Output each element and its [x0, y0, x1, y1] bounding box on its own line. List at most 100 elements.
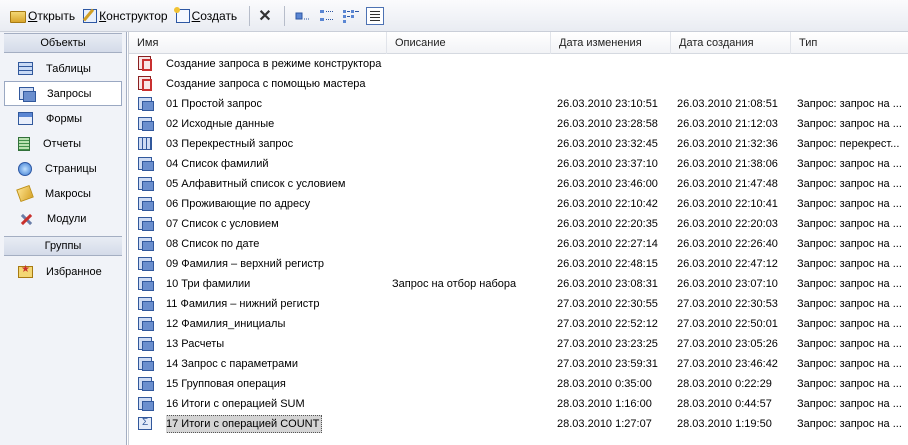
- cell-name: 06 Проживающие по адресу: [166, 198, 311, 210]
- column-header-type[interactable]: Тип: [791, 32, 908, 54]
- list-item[interactable]: Создание запроса с помощью мастера: [129, 74, 908, 94]
- column-header-description[interactable]: Описание: [387, 32, 551, 54]
- open-button[interactable]: Открыть: [8, 5, 77, 27]
- list-item[interactable]: 17 Итоги с операцией COUNT 28.03.2010 1:2…: [129, 414, 908, 434]
- cell-description: [392, 334, 548, 354]
- cell-description: [392, 134, 548, 154]
- list-item[interactable]: 14 Запрос с параметрами 27.03.2010 23:59:…: [129, 354, 908, 374]
- list-item[interactable]: Создание запроса в режиме конструктора: [129, 54, 908, 74]
- list-item[interactable]: 05 Алфавитный список с условием 26.03.201…: [129, 174, 908, 194]
- cell-name: 17 Итоги с операцией COUNT: [166, 414, 384, 434]
- crosstab-query-icon: [138, 137, 152, 150]
- nav-item-macros[interactable]: Макросы: [4, 181, 122, 206]
- column-header-modified[interactable]: Дата изменения: [551, 32, 671, 54]
- list-item[interactable]: 10 Три фамилии Запрос на отбор набора 26.0…: [129, 274, 908, 294]
- cell-description: [392, 94, 548, 114]
- cell-name: 09 Фамилия – верхний регистр: [166, 258, 325, 270]
- cell-type: Запрос: запрос на ...: [797, 318, 902, 330]
- nav-item-favorites[interactable]: Избранное: [4, 259, 122, 284]
- module-icon: [18, 211, 34, 227]
- list-item[interactable]: 04 Список фамилий 26.03.2010 23:37:10 26.0…: [129, 154, 908, 174]
- column-header-created[interactable]: Дата создания: [671, 32, 791, 54]
- toolbar-separator: [284, 5, 286, 26]
- delete-button[interactable]: ✕: [256, 5, 274, 27]
- nav-item-label: Макросы: [45, 187, 91, 200]
- cell-created: 27.03.2010 23:46:42: [677, 358, 778, 370]
- cell-type: Запрос: запрос на ...: [797, 198, 902, 210]
- nav-item-tables[interactable]: Таблицы: [4, 56, 122, 81]
- cell-created: 28.03.2010 0:22:29: [677, 378, 772, 390]
- details-icon: [370, 10, 381, 21]
- list-item[interactable]: 12 Фамилия_инициалы 27.03.2010 22:52:12 27…: [129, 314, 908, 334]
- cell-type: Запрос: запрос на ...: [797, 278, 902, 290]
- cell-name: 05 Алфавитный список с условием: [166, 178, 346, 190]
- list-item[interactable]: 01 Простой запрос 26.03.2010 23:10:51 26.0…: [129, 94, 908, 114]
- totals-query-icon: [138, 417, 152, 430]
- cell-modified: [557, 74, 672, 94]
- query-wizard-icon: [138, 76, 152, 91]
- list-item[interactable]: 07 Список с условием 26.03.2010 22:20:35 2…: [129, 214, 908, 234]
- cell-name: 08 Список по дате: [166, 238, 260, 250]
- object-list: Имя Описание Дата изменения Дата создани…: [128, 32, 908, 445]
- list-item[interactable]: 11 Фамилия – нижний регистр 27.03.2010 22…: [129, 294, 908, 314]
- nav-item-modules[interactable]: Модули: [4, 206, 122, 231]
- design-button[interactable]: Конструктор: [81, 5, 169, 27]
- list-item[interactable]: 09 Фамилия – верхний регистр 26.03.2010 2…: [129, 254, 908, 274]
- groups-header[interactable]: Группы: [4, 236, 122, 256]
- cell-created: 28.03.2010 0:44:57: [677, 398, 772, 410]
- nav-item-reports[interactable]: Отчеты: [4, 131, 122, 156]
- column-header-name[interactable]: Имя: [129, 32, 387, 54]
- cell-modified: [557, 54, 672, 74]
- select-query-icon: [138, 357, 154, 371]
- cell-description: [392, 414, 548, 434]
- select-query-icon: [138, 97, 154, 111]
- cell-modified: 26.03.2010 22:10:42: [557, 198, 658, 210]
- delete-icon: ✕: [258, 7, 272, 25]
- cell-created: 26.03.2010 21:38:06: [677, 158, 778, 170]
- cell-description: [392, 394, 548, 414]
- cell-modified: 26.03.2010 23:10:51: [557, 98, 658, 110]
- form-icon: [18, 112, 33, 125]
- nav-item-label: Модули: [47, 212, 87, 225]
- cell-description: [392, 54, 548, 74]
- cell-description: [392, 314, 548, 334]
- cell-name: Создание запроса в режиме конструктора: [166, 58, 382, 70]
- cell-name: Создание запроса с помощью мастера: [166, 78, 366, 90]
- report-icon: [18, 136, 30, 151]
- list-view-button[interactable]: [342, 7, 360, 25]
- cell-name: 16 Итоги с операцией SUM: [166, 398, 305, 410]
- list-item[interactable]: 06 Проживающие по адресу 26.03.2010 22:10…: [129, 194, 908, 214]
- cell-created: [677, 54, 792, 74]
- cell-type: Запрос: запрос на ...: [797, 238, 902, 250]
- cell-name: 07 Список с условием: [166, 218, 279, 230]
- list-item[interactable]: 16 Итоги с операцией SUM 28.03.2010 1:16:…: [129, 394, 908, 414]
- list-item[interactable]: 15 Групповая операция 28.03.2010 0:35:00 2…: [129, 374, 908, 394]
- cell-type: Запрос: запрос на ...: [797, 298, 902, 310]
- small-icons-view-button[interactable]: [318, 7, 336, 25]
- large-icons-view-button[interactable]: [294, 7, 312, 25]
- toolbar-separator: [249, 5, 251, 26]
- large-icons-icon: [295, 12, 311, 19]
- cell-type: Запрос: запрос на ...: [797, 98, 902, 110]
- cell-name: 15 Групповая операция: [166, 378, 286, 390]
- list-item[interactable]: 13 Расчеты 27.03.2010 23:23:25 27.03.2010 …: [129, 334, 908, 354]
- objects-header[interactable]: Объекты: [4, 33, 122, 53]
- cell-modified: 26.03.2010 22:27:14: [557, 238, 658, 250]
- cell-description: [392, 214, 548, 234]
- create-button[interactable]: Создать: [173, 5, 240, 27]
- cell-created: 26.03.2010 21:08:51: [677, 98, 778, 110]
- list-item[interactable]: 08 Список по дате 26.03.2010 22:27:14 26.0…: [129, 234, 908, 254]
- nav-item-queries[interactable]: Запросы: [4, 81, 122, 106]
- cell-name: 14 Запрос с параметрами: [166, 358, 298, 370]
- select-query-icon: [138, 257, 154, 271]
- cell-name: 13 Расчеты: [166, 338, 225, 350]
- cell-modified: 28.03.2010 1:27:07: [557, 418, 652, 430]
- cell-modified: 27.03.2010 22:52:12: [557, 318, 658, 330]
- list-item[interactable]: 02 Исходные данные 26.03.2010 23:28:58 26.…: [129, 114, 908, 134]
- nav-item-pages[interactable]: Страницы: [4, 156, 122, 181]
- page-icon: [18, 161, 32, 176]
- query-wizard-icon: [138, 56, 152, 71]
- details-view-button[interactable]: [366, 6, 385, 25]
- list-item[interactable]: 03 Перекрестный запрос 26.03.2010 23:32:4…: [129, 134, 908, 154]
- nav-item-forms[interactable]: Формы: [4, 106, 122, 131]
